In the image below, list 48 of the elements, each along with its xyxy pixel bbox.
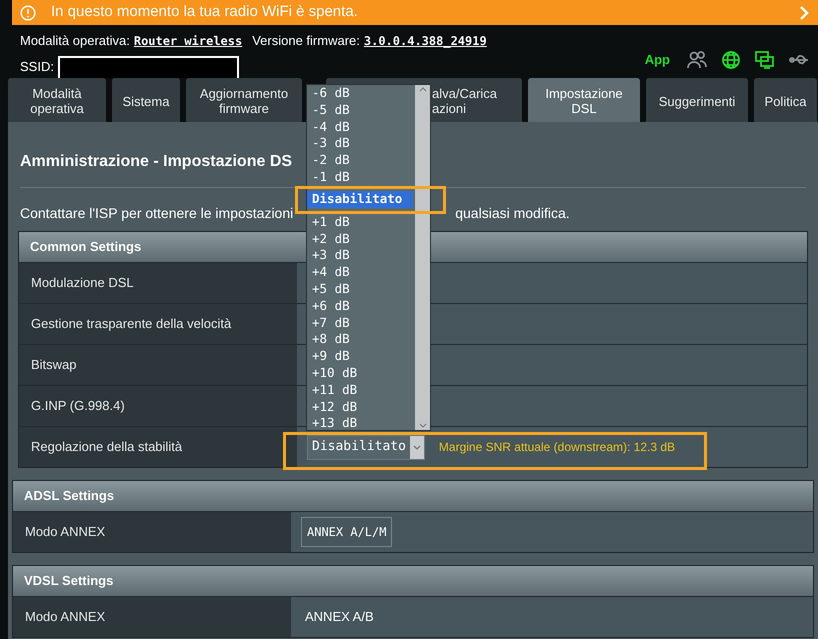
dropdown-option[interactable]: +1 dB	[307, 214, 415, 231]
tab[interactable]: Modalità operativa	[8, 78, 106, 122]
notice-text: In questo momento la tua radio WiFi è spenta.	[51, 2, 359, 22]
intro-text: qualsiasi modifica.	[455, 204, 570, 223]
chevron-icon	[410, 436, 424, 458]
dropdown-option[interactable]: +3 dB	[307, 247, 415, 264]
globe-icon[interactable]	[720, 50, 742, 70]
dropdown-option[interactable]: +8 dB	[307, 331, 415, 348]
dropdown-option[interactable]: -5 dB	[307, 102, 415, 119]
users-icon[interactable]	[686, 50, 708, 70]
snr-margin-note: Margine SNR attuale (downstream): 12.3 dB	[438, 439, 676, 456]
tab[interactable]: Politica	[754, 78, 817, 122]
dropdown-option[interactable]: -1 dB	[307, 168, 415, 186]
section-header: VDSL Settings	[13, 566, 813, 596]
dropdown-option[interactable]: +12 dB	[307, 398, 415, 416]
dropdown-option[interactable]: -2 dB	[307, 152, 415, 169]
dropdown-option[interactable]: +13 dB	[307, 415, 415, 432]
mode-label: Modalità operativa:	[20, 32, 130, 50]
dropdown-option[interactable]: -4 dB	[307, 118, 415, 136]
dropdown-option[interactable]: +7 dB	[307, 314, 415, 332]
page-title: Amministrazione - Impostazione DS	[20, 152, 292, 172]
dropdown-option[interactable]: -3 dB	[307, 135, 415, 152]
dropdown-option[interactable]: +10 dB	[307, 364, 415, 382]
tab[interactable]: Suggerimenti	[646, 78, 748, 122]
dropdown-option[interactable]: -6 dB	[307, 85, 415, 102]
annex-mode-value: ANNEX A/L/M	[301, 517, 392, 547]
mode-link[interactable]: Router wireless	[134, 32, 242, 50]
tab[interactable]: Aggiornamento firmware	[186, 78, 302, 122]
scrollbar[interactable]	[415, 85, 430, 430]
dropdown-option[interactable]: +9 dB	[307, 348, 415, 365]
dropdown-option[interactable]: +4 dB	[307, 264, 415, 281]
stability-select[interactable]: Disabilitato	[307, 434, 425, 460]
section-header: ADSL Settings	[13, 481, 813, 511]
firmware-link[interactable]: 3.0.0.4.388_24919	[364, 32, 487, 50]
info-icon	[20, 4, 36, 20]
dropdown-option[interactable]: +5 dB	[307, 280, 415, 298]
ssid-label: SSID:	[20, 58, 54, 76]
dropdown-option[interactable]: Disabilitato	[307, 191, 413, 208]
dropdown-option[interactable]: +2 dB	[307, 230, 415, 248]
dropdown-option[interactable]: +11 dB	[307, 382, 415, 399]
tab[interactable]: Sistema	[112, 78, 180, 122]
dropdown-option[interactable]: +6 dB	[307, 298, 415, 315]
annex-mode-value: ANNEX A/B	[304, 608, 374, 626]
tab[interactable]: Impostazione DSL	[528, 78, 640, 122]
firmware-label: Versione firmware:	[252, 32, 360, 50]
app-link[interactable]: App	[644, 50, 670, 70]
intro-text: Contattare l'ISP per ottenere le impostazioni	[19, 204, 294, 223]
monitor-icon[interactable]	[754, 50, 776, 70]
